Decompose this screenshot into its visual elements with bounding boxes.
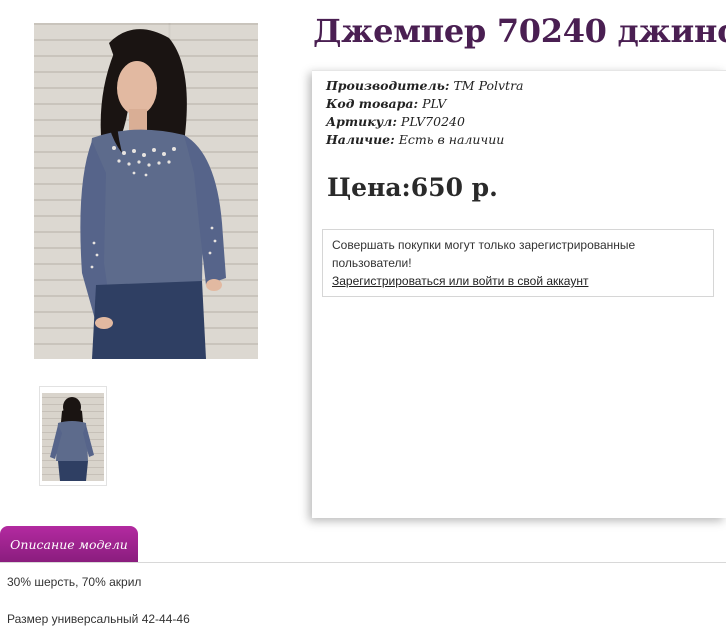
spec-value: PLV70240	[400, 114, 465, 129]
spec-article: Артикул: PLV70240	[326, 113, 524, 131]
spec-product-code: Код товара: PLV	[326, 95, 524, 113]
description-composition: 30% шерсть, 70% акрил	[7, 575, 142, 589]
spec-value: ТМ Polvtra	[453, 78, 524, 93]
tab-divider	[0, 562, 726, 563]
product-price: Цена:650 р.	[327, 173, 498, 202]
spec-label: Код товара:	[326, 96, 419, 111]
product-main-image[interactable]	[34, 23, 258, 359]
description-size: Размер универсальный 42-44-46	[7, 612, 190, 626]
spec-label: Артикул:	[326, 114, 397, 129]
spec-manufacturer: Производитель: ТМ Polvtra	[326, 77, 524, 95]
product-thumbnail[interactable]	[39, 386, 107, 486]
product-title: Джемпер 70240 джинс	[313, 12, 726, 50]
login-notice-text: Совершать покупки могут только зарегистр…	[332, 238, 636, 270]
tab-model-description[interactable]: Описание модели	[0, 526, 138, 562]
spec-value: PLV	[422, 96, 447, 111]
thumbnail-image	[42, 393, 104, 481]
register-or-login-link[interactable]: Зарегистрироваться или войти в свой акка…	[332, 274, 588, 288]
login-notice: Совершать покупки могут только зарегистр…	[322, 229, 714, 297]
back-view-illustration	[50, 397, 94, 481]
product-specs: Производитель: ТМ Polvtra Код товара: PL…	[326, 77, 524, 149]
model-photo-illustration	[80, 29, 226, 359]
product-info-panel: Производитель: ТМ Polvtra Код товара: PL…	[312, 70, 726, 518]
spec-label: Наличие:	[326, 132, 395, 147]
spec-availability: Наличие: Есть в наличии	[326, 131, 524, 149]
spec-label: Производитель:	[326, 78, 450, 93]
spec-value: Есть в наличии	[398, 132, 505, 147]
